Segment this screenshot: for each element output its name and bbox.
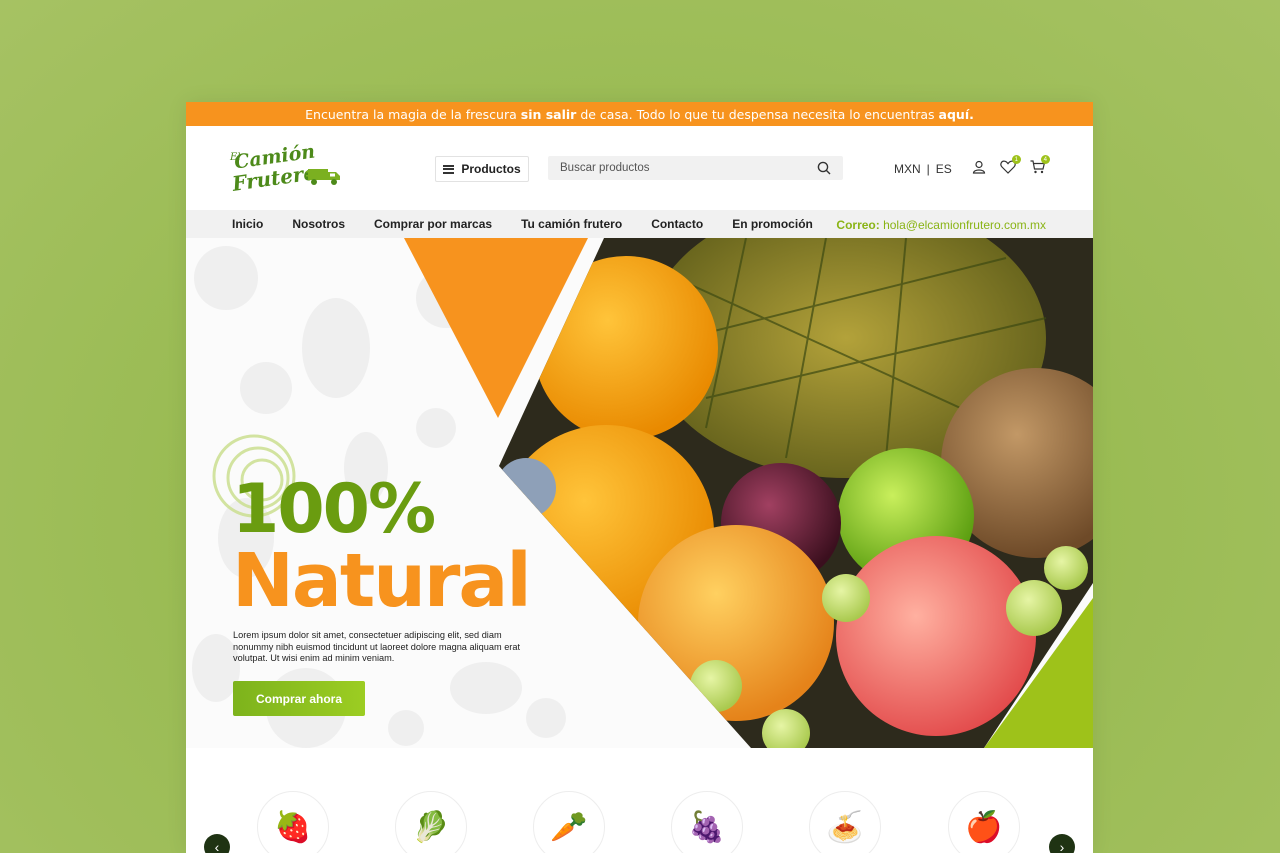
announcement-bar: Encuentra la magia de la frescura sin sa… xyxy=(186,102,1093,126)
currency-selector[interactable]: MXN xyxy=(894,162,921,176)
cart-count-badge: 4 xyxy=(1040,155,1050,164)
nav-item-contacto[interactable]: Contacto xyxy=(651,217,703,231)
nav-item-en-promocion[interactable]: En promoción xyxy=(732,217,813,231)
category-item[interactable]: 🥕 xyxy=(533,791,605,853)
category-item[interactable]: 🍓 xyxy=(257,791,329,853)
search-icon[interactable] xyxy=(817,161,831,175)
announcement-text: Encuentra la magia de la frescura sin sa… xyxy=(305,106,974,122)
wishlist-button[interactable]: 1 xyxy=(1000,155,1021,177)
language-selector[interactable]: ES xyxy=(936,162,952,176)
wishlist-count-badge: 1 xyxy=(1011,155,1021,164)
category-carousel: ‹ 🍓 🥬 🥕 🍇 🍝 🍎 › xyxy=(186,748,1093,853)
products-menu-button[interactable]: Productos xyxy=(435,156,529,182)
category-item[interactable]: 🥬 xyxy=(395,791,467,853)
search-input[interactable] xyxy=(560,162,800,174)
site-header: El Camión Frutero Productos Buscar produ… xyxy=(186,126,1093,210)
nav-item-inicio[interactable]: Inicio xyxy=(232,217,263,231)
nav-item-comprar-por-marcas[interactable]: Comprar por marcas xyxy=(374,217,492,231)
vegetable-crate-icon: 🥕 xyxy=(550,810,588,844)
announcement-link[interactable]: aquí. xyxy=(939,107,974,122)
category-item[interactable]: 🍇 xyxy=(671,791,743,853)
hero-title-natural: Natural xyxy=(232,538,532,624)
account-button[interactable] xyxy=(972,160,986,177)
grapes-icon: 🍇 xyxy=(688,810,726,844)
user-icon xyxy=(972,160,985,174)
category-item[interactable]: 🍎 xyxy=(948,791,1020,853)
logo[interactable]: El Camión Frutero xyxy=(230,140,342,196)
hamburger-icon xyxy=(443,164,455,174)
header-tools: MXN | ES 1 4 xyxy=(894,155,1050,177)
search-bar xyxy=(548,156,843,180)
shop-now-button[interactable]: Comprar ahora xyxy=(233,681,365,716)
truck-icon xyxy=(306,169,340,185)
carousel-next-button[interactable]: › xyxy=(1049,834,1075,853)
mixed-fruit-icon: 🍓 xyxy=(274,810,312,844)
nav-item-tu-camion-frutero[interactable]: Tu camión frutero xyxy=(521,217,622,231)
contact-email[interactable]: Correo: hola@elcamionfrutero.com.mx xyxy=(836,218,1046,232)
carousel-prev-button[interactable]: ‹ xyxy=(204,834,230,853)
hero-description: Lorem ipsum dolor sit amet, consectetuer… xyxy=(233,630,521,663)
nav-item-nosotros[interactable]: Nosotros xyxy=(292,217,345,231)
lettuce-icon: 🥬 xyxy=(412,810,450,844)
apple-icon: 🍎 xyxy=(965,810,1003,844)
cart-button[interactable]: 4 xyxy=(1030,155,1050,177)
main-navigation: Inicio Nosotros Comprar por marcas Tu ca… xyxy=(186,210,1093,238)
chevron-right-icon: › xyxy=(1059,839,1065,853)
pasta-icon: 🍝 xyxy=(826,810,864,844)
hero-banner: 100% Natural Lorem ipsum dolor sit amet,… xyxy=(186,238,1093,748)
website-frame: Encuentra la magia de la frescura sin sa… xyxy=(186,102,1093,853)
chevron-left-icon: ‹ xyxy=(214,839,220,853)
category-item[interactable]: 🍝 xyxy=(809,791,881,853)
